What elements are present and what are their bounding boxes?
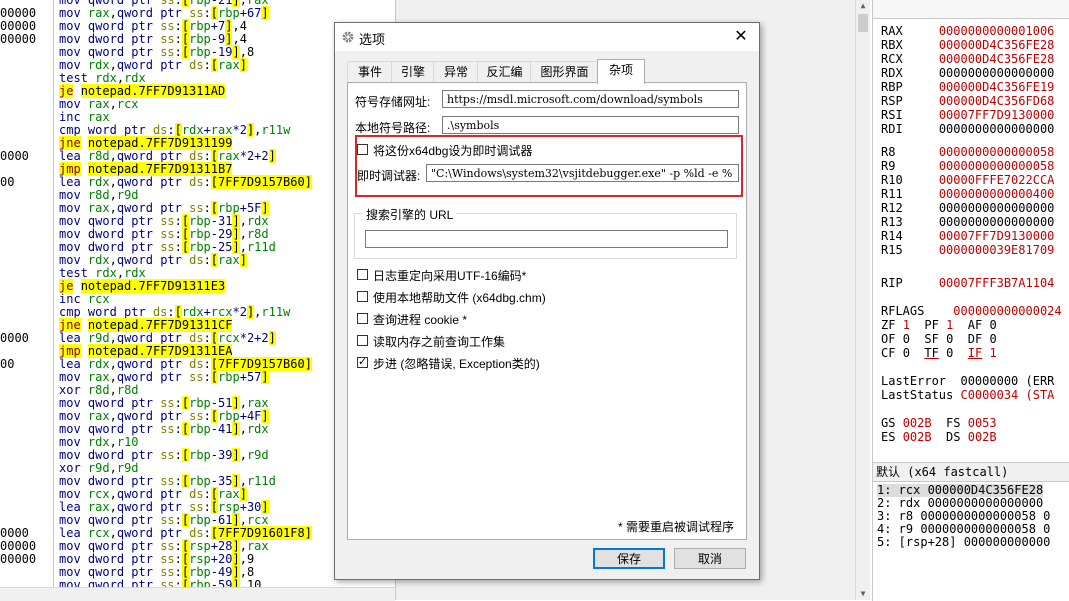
jit-debugger-input[interactable]: "C:\Windows\system32\vsjitdebugger.exe" … — [426, 164, 739, 182]
laststatus-row[interactable]: LastStatus C0000034 (STA — [881, 388, 1054, 402]
tab-events[interactable]: 事件 — [347, 61, 393, 82]
segment-row[interactable]: ES 002B DS 002B — [881, 430, 997, 444]
segment-row[interactable]: GS 002B FS 0053 — [881, 416, 997, 430]
address-cell: 0000 — [0, 331, 29, 345]
address-cell: 00 — [0, 357, 15, 371]
search-engine-input[interactable] — [365, 230, 728, 248]
jit-label: 即时调试器: — [357, 169, 421, 183]
restart-note: * 需要重启被调试程序 — [618, 520, 735, 534]
registers-header — [873, 0, 1069, 19]
scrollbar-thumb[interactable] — [858, 14, 868, 32]
register-row[interactable]: RSP 000000D4C356FD68 — [881, 94, 1054, 108]
symbol-store-label: 符号存储网址: — [355, 95, 431, 109]
tab-disassembly[interactable]: 反汇编 — [477, 61, 532, 82]
registers-panel[interactable]: RAX 0000000000001006 RBX 000000D4C356FE28… — [872, 0, 1069, 462]
option-label[interactable]: 查询进程 cookie * — [373, 311, 467, 328]
register-row[interactable]: R11 0000000000000400 — [881, 187, 1054, 201]
register-row[interactable]: RBX 000000D4C356FE28 — [881, 38, 1054, 52]
register-row[interactable]: RSI 00007FF7D9130000 — [881, 108, 1054, 122]
address-cell: 00000 — [0, 32, 37, 46]
option-checkbox[interactable] — [357, 313, 368, 324]
option-checkbox[interactable] — [357, 269, 368, 280]
jit-checkbox-label[interactable]: 将这份x64dbg设为即时调试器 — [373, 142, 532, 159]
middle-vertical-scrollbar[interactable]: ▲ ▼ — [855, 0, 870, 600]
lasterror-row[interactable]: LastError 00000000 (ERR — [881, 374, 1054, 388]
register-row[interactable]: RBP 000000D4C356FE19 — [881, 80, 1054, 94]
option-label[interactable]: 使用本地帮助文件 (x64dbg.chm) — [373, 289, 546, 306]
tab-gui[interactable]: 图形界面 — [530, 61, 599, 82]
register-row[interactable]: R12 0000000000000000 — [881, 201, 1054, 215]
register-row[interactable]: R8 0000000000000058 — [881, 145, 1054, 159]
flags-row[interactable]: CF 0 TF 0 IF 1 — [881, 346, 997, 360]
register-row[interactable]: R14 00007FF7D9130000 — [881, 229, 1054, 243]
call-arguments-panel[interactable]: 默认 (x64 fastcall) 1: rcx 000000D4C356FE2… — [872, 462, 1069, 601]
flags-row[interactable]: ZF 1 PF 1 AF 0 — [881, 318, 997, 332]
tab-exceptions[interactable]: 异常 — [433, 61, 479, 82]
register-row[interactable]: R13 0000000000000000 — [881, 215, 1054, 229]
register-row[interactable]: RCX 000000D4C356FE28 — [881, 52, 1054, 66]
disassembly-horizontal-scrollbar[interactable] — [0, 587, 395, 601]
tab-misc[interactable]: 杂项 — [597, 59, 645, 84]
option-label[interactable]: 日志重定向采用UTF-16编码* — [373, 267, 526, 284]
dialog-title: 选项 — [359, 32, 386, 47]
rip-register-row[interactable]: RIP 00007FFF3B7A1104 — [881, 276, 1054, 290]
options-dialog[interactable]: 选项 ✕ 事件 引擎 异常 反汇编 图形界面 杂项 符号存储网址: https:… — [334, 22, 760, 580]
address-cell: 0000 — [0, 149, 29, 163]
register-row[interactable]: RAX 0000000000001006 — [881, 24, 1054, 38]
dialog-titlebar[interactable]: 选项 ✕ — [335, 23, 759, 51]
save-button[interactable]: 保存 — [593, 548, 665, 569]
register-row[interactable]: RDX 0000000000000000 — [881, 66, 1054, 80]
calling-convention-header[interactable]: 默认 (x64 fastcall) — [873, 463, 1069, 482]
option-checkbox[interactable] — [357, 291, 368, 302]
cancel-button[interactable]: 取消 — [674, 548, 746, 569]
tab-engine[interactable]: 引擎 — [391, 61, 435, 82]
option-label[interactable]: 步进 (忽略错误, Exception类的) — [373, 355, 540, 372]
register-row[interactable]: R9 0000000000000058 — [881, 159, 1054, 173]
option-checkbox[interactable] — [357, 335, 368, 346]
address-cell: 00 — [0, 175, 15, 189]
scroll-up-arrow-icon[interactable]: ▲ — [856, 0, 870, 12]
register-row[interactable]: R10 00000FFFE7022CCA — [881, 173, 1054, 187]
address-column: 00000 00000 00000 0000 00 0000 00 0000 00000 0000… — [0, 0, 54, 600]
register-row[interactable]: R15 0000000039E81709 — [881, 243, 1054, 257]
rflags-row[interactable]: RFLAGS 000000000000024 — [881, 304, 1062, 318]
symbol-path-label: 本地符号路径: — [355, 121, 431, 135]
scroll-down-arrow-icon[interactable]: ▼ — [856, 588, 870, 600]
register-row[interactable]: RDI 0000000000000000 — [881, 122, 1054, 136]
flags-row[interactable]: OF 0 SF 0 DF 0 — [881, 332, 997, 346]
argument-row[interactable]: 5: [rsp+28] 000000000000 — [877, 536, 1050, 549]
option-checkbox[interactable] — [357, 355, 368, 368]
jit-checkbox[interactable] — [357, 144, 368, 155]
symbol-store-input[interactable]: https://msdl.microsoft.com/download/symb… — [442, 90, 739, 108]
symbol-path-input[interactable]: .\symbols — [442, 116, 739, 134]
option-label[interactable]: 读取内存之前查询工作集 — [373, 333, 505, 350]
address-cell: 00000 — [0, 552, 37, 566]
search-engine-label: 搜索引擎的 URL — [363, 206, 457, 223]
gear-icon — [342, 31, 354, 43]
close-icon[interactable]: ✕ — [729, 26, 753, 48]
